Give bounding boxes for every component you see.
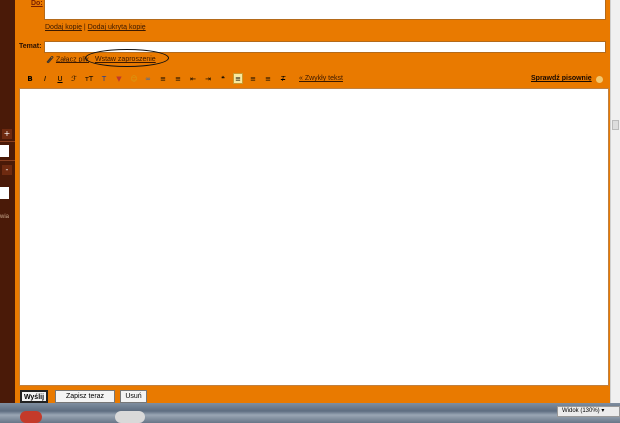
save-now-button[interactable]: Zapisz teraz bbox=[55, 390, 115, 403]
subject-label: Temat: bbox=[19, 43, 42, 50]
spellcheck-link[interactable]: Sprawdź pisownię bbox=[531, 75, 592, 82]
emoticon-icon[interactable]: ☺ bbox=[129, 73, 139, 84]
zoom-level: Widok (130%) bbox=[562, 408, 600, 414]
left-panel-box[interactable] bbox=[0, 145, 9, 157]
underline-button[interactable]: U bbox=[55, 73, 65, 84]
font-size-icon[interactable]: ᴛT bbox=[84, 73, 94, 84]
spellcheck-dropdown-icon[interactable] bbox=[596, 76, 603, 83]
taskbar-app-icon[interactable] bbox=[115, 411, 145, 423]
left-panel-text: wia bbox=[0, 214, 10, 220]
expand-plus-button[interactable]: + bbox=[2, 129, 12, 139]
message-body-editor[interactable] bbox=[19, 88, 609, 386]
divider bbox=[0, 160, 15, 161]
plain-text-link[interactable]: « Zwykły tekst bbox=[299, 75, 343, 82]
align-left-icon[interactable]: ≡ bbox=[233, 73, 243, 84]
remove-format-icon[interactable]: T bbox=[278, 73, 288, 84]
add-cc-link[interactable]: Dodaj kopię bbox=[45, 24, 82, 31]
indent-icon[interactable]: ⇥ bbox=[203, 73, 213, 84]
scrollbar-thumb[interactable] bbox=[612, 120, 619, 130]
vertical-scrollbar[interactable] bbox=[610, 0, 620, 403]
quote-icon[interactable]: ❝ bbox=[218, 73, 228, 84]
left-panel-box[interactable] bbox=[0, 187, 9, 199]
send-button[interactable]: Wyślij bbox=[20, 390, 48, 403]
highlight-oval bbox=[85, 49, 169, 67]
taskbar bbox=[0, 403, 620, 423]
paperclip-icon bbox=[46, 56, 54, 64]
bulleted-list-icon[interactable]: ≡ bbox=[173, 73, 183, 84]
text-color-icon[interactable]: T bbox=[99, 73, 109, 84]
link-icon[interactable]: ∞ bbox=[143, 73, 153, 84]
left-panel: + - wia bbox=[0, 0, 15, 403]
numbered-list-icon[interactable]: ≡ bbox=[158, 73, 168, 84]
copy-links: Dodaj kopię | Dodaj ukrytą kopię bbox=[45, 24, 146, 31]
chevron-down-icon: ▾ bbox=[601, 408, 605, 414]
collapse-minus-button[interactable]: - bbox=[2, 165, 12, 175]
divider bbox=[0, 141, 15, 142]
add-bcc-link[interactable]: Dodaj ukrytą kopię bbox=[88, 24, 146, 31]
italic-button[interactable]: I bbox=[40, 73, 50, 84]
align-right-icon[interactable]: ≡ bbox=[263, 73, 273, 84]
highlight-icon[interactable]: ▼ bbox=[114, 73, 124, 84]
separator: | bbox=[83, 24, 86, 31]
font-icon[interactable]: ℱ bbox=[69, 73, 79, 84]
bold-button[interactable]: B bbox=[25, 73, 35, 84]
zoom-status[interactable]: Widok (130%) ▾ bbox=[557, 406, 620, 417]
align-center-icon[interactable]: ≡ bbox=[248, 73, 258, 84]
to-label[interactable]: Do: bbox=[31, 0, 43, 7]
outdent-icon[interactable]: ⇤ bbox=[188, 73, 198, 84]
to-field[interactable] bbox=[44, 0, 606, 20]
taskbar-app-icon[interactable] bbox=[20, 411, 42, 423]
delete-button[interactable]: Usuń bbox=[120, 390, 147, 403]
